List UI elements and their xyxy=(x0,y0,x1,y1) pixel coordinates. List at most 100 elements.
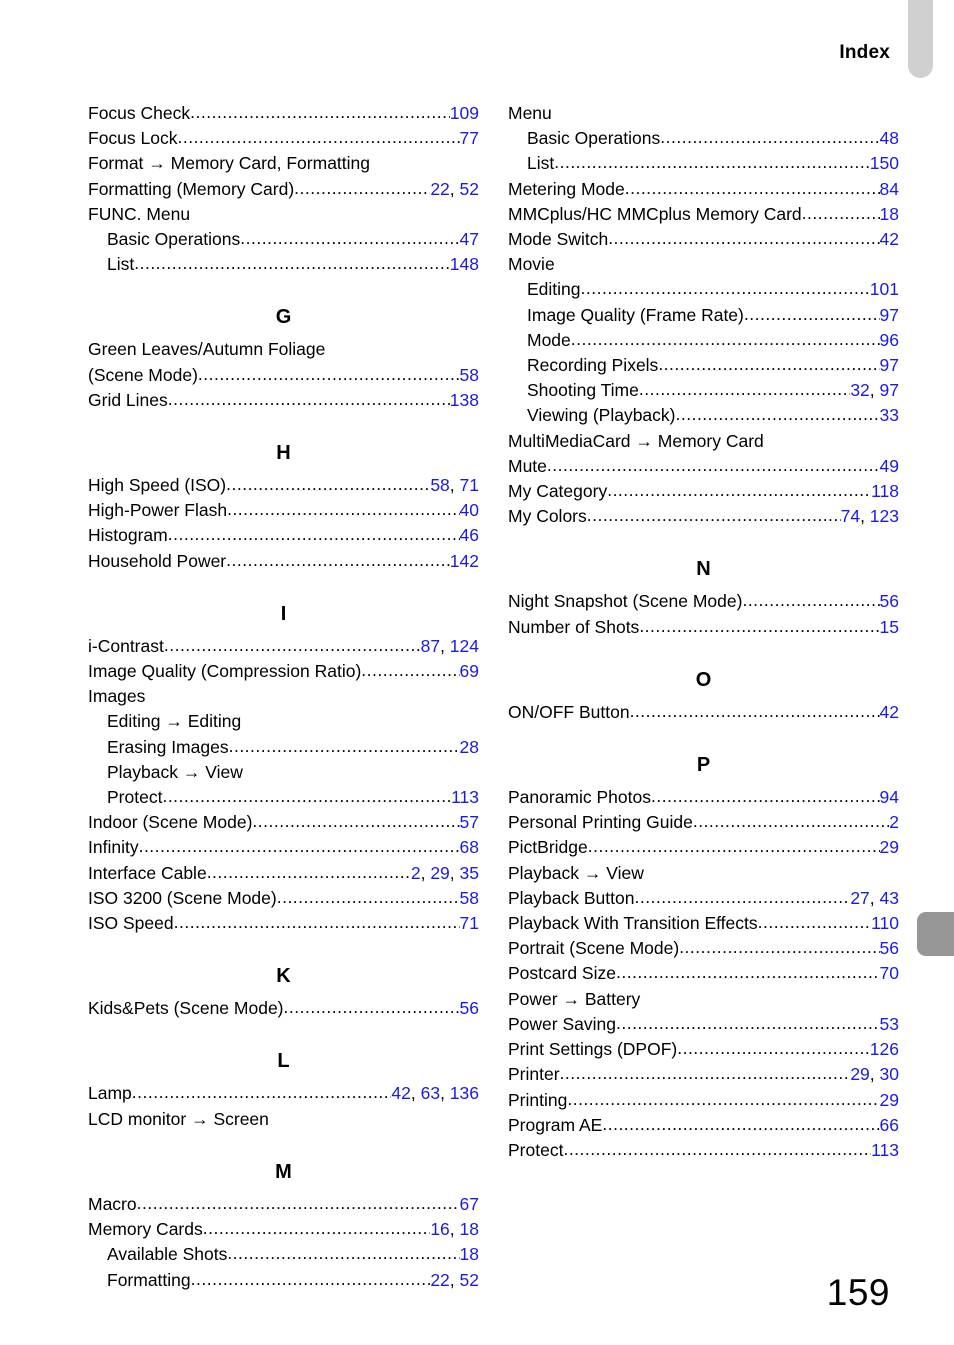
index-entry-pages[interactable]: 2 xyxy=(889,810,899,835)
index-entry[interactable]: Household Power.........................… xyxy=(88,549,479,574)
index-entry-pages[interactable]: 29 xyxy=(880,835,899,860)
index-entry[interactable]: Images..................................… xyxy=(88,684,479,709)
index-entry-pages[interactable]: 18 xyxy=(460,1242,479,1267)
index-entry-pages[interactable]: 97 xyxy=(880,303,899,328)
index-entry[interactable]: Memory Cards............................… xyxy=(88,1217,479,1242)
index-entry-pages[interactable]: 42 xyxy=(880,700,899,725)
index-entry-pages[interactable]: 74, 123 xyxy=(841,504,899,529)
index-entry[interactable]: Printer.................................… xyxy=(508,1062,899,1087)
index-entry[interactable]: Playback → View.........................… xyxy=(88,760,479,785)
index-entry-pages[interactable]: 29 xyxy=(880,1088,899,1113)
index-entry-pages[interactable]: 58 xyxy=(460,886,479,911)
index-entry[interactable]: Shooting Time...........................… xyxy=(508,378,899,403)
index-entry[interactable]: i-Contrast..............................… xyxy=(88,634,479,659)
index-entry[interactable]: List....................................… xyxy=(508,151,899,176)
index-entry[interactable]: Editing.................................… xyxy=(508,277,899,302)
index-entry[interactable]: Interface Cable.........................… xyxy=(88,861,479,886)
index-entry[interactable]: Indoor (Scene Mode).....................… xyxy=(88,810,479,835)
index-entry[interactable]: ISO Speed...............................… xyxy=(88,911,479,936)
index-entry-pages[interactable]: 57 xyxy=(460,810,479,835)
index-entry[interactable]: Personal Printing Guide.................… xyxy=(508,810,899,835)
index-entry[interactable]: Program AE..............................… xyxy=(508,1113,899,1138)
index-entry-pages[interactable]: 70 xyxy=(880,961,899,986)
index-entry[interactable]: MMCplus/HC MMCplus Memory Card..........… xyxy=(508,202,899,227)
index-entry-pages[interactable]: 22, 52 xyxy=(430,177,479,202)
index-entry-pages[interactable]: 97 xyxy=(880,353,899,378)
index-entry[interactable]: Histogram...............................… xyxy=(88,523,479,548)
index-entry[interactable]: Formatting (Memory Card)................… xyxy=(88,177,479,202)
index-entry[interactable]: Playback → View.........................… xyxy=(508,861,899,886)
index-entry-pages[interactable]: 138 xyxy=(450,388,479,413)
index-entry[interactable]: Playback Button.........................… xyxy=(508,886,899,911)
index-entry-pages[interactable]: 28 xyxy=(460,735,479,760)
index-entry[interactable]: Power → Battery.........................… xyxy=(508,987,899,1012)
index-entry-pages[interactable]: 48 xyxy=(880,126,899,151)
index-entry-pages[interactable]: 47 xyxy=(460,227,479,252)
index-entry[interactable]: (Scene Mode)............................… xyxy=(88,363,479,388)
index-entry-pages[interactable]: 113 xyxy=(871,1138,899,1163)
index-entry-pages[interactable]: 84 xyxy=(880,177,899,202)
index-entry[interactable]: PictBridge..............................… xyxy=(508,835,899,860)
index-entry[interactable]: LCD monitor → Screen....................… xyxy=(88,1107,479,1132)
index-entry[interactable]: Movie...................................… xyxy=(508,252,899,277)
index-entry-pages[interactable]: 42, 63, 136 xyxy=(391,1081,479,1106)
index-entry-pages[interactable]: 32, 97 xyxy=(850,378,899,403)
index-entry-pages[interactable]: 69 xyxy=(460,659,479,684)
index-entry-pages[interactable]: 94 xyxy=(880,785,899,810)
index-entry[interactable]: My Category.............................… xyxy=(508,479,899,504)
index-entry[interactable]: Metering Mode...........................… xyxy=(508,177,899,202)
index-entry-pages[interactable]: 110 xyxy=(871,911,899,936)
index-entry-pages[interactable]: 18 xyxy=(880,202,899,227)
index-entry[interactable]: Focus Check.............................… xyxy=(88,101,479,126)
index-entry-pages[interactable]: 71 xyxy=(460,911,479,936)
index-entry[interactable]: Mute....................................… xyxy=(508,454,899,479)
index-entry-pages[interactable]: 2, 29, 35 xyxy=(411,861,479,886)
index-entry[interactable]: Image Quality (Frame Rate)..............… xyxy=(508,303,899,328)
index-entry[interactable]: Lamp....................................… xyxy=(88,1081,479,1106)
index-entry[interactable]: Erasing Images..........................… xyxy=(88,735,479,760)
index-entry-pages[interactable]: 113 xyxy=(451,785,479,810)
index-entry-pages[interactable]: 126 xyxy=(870,1037,899,1062)
index-entry-pages[interactable]: 33 xyxy=(880,403,899,428)
index-entry-pages[interactable]: 56 xyxy=(880,589,899,614)
index-entry[interactable]: Editing → Editing.......................… xyxy=(88,709,479,734)
index-entry-pages[interactable]: 87, 124 xyxy=(421,634,479,659)
index-entry[interactable]: Playback With Transition Effects........… xyxy=(508,911,899,936)
index-entry-pages[interactable]: 150 xyxy=(870,151,899,176)
index-entry[interactable]: High Speed (ISO)........................… xyxy=(88,473,479,498)
index-entry-pages[interactable]: 118 xyxy=(871,479,899,504)
index-entry[interactable]: Print Settings (DPOF)...................… xyxy=(508,1037,899,1062)
index-entry[interactable]: Number of Shots.........................… xyxy=(508,615,899,640)
index-entry[interactable]: Postcard Size...........................… xyxy=(508,961,899,986)
index-entry[interactable]: High-Power Flash........................… xyxy=(88,498,479,523)
index-entry[interactable]: ISO 3200 (Scene Mode)...................… xyxy=(88,886,479,911)
index-entry[interactable]: Image Quality (Compression Ratio).......… xyxy=(88,659,479,684)
index-entry[interactable]: MultiMediaCard → Memory Card............… xyxy=(508,429,899,454)
index-entry[interactable]: Available Shots.........................… xyxy=(88,1242,479,1267)
index-entry[interactable]: Format → Memory Card, Formatting........… xyxy=(88,151,479,176)
index-entry-pages[interactable]: 42 xyxy=(880,227,899,252)
index-entry[interactable]: Night Snapshot (Scene Mode).............… xyxy=(508,589,899,614)
index-entry[interactable]: Green Leaves/Autumn Foliage.............… xyxy=(88,337,479,362)
index-entry[interactable]: Focus Lock..............................… xyxy=(88,126,479,151)
index-entry[interactable]: Basic Operations........................… xyxy=(508,126,899,151)
index-entry[interactable]: FUNC. Menu..............................… xyxy=(88,202,479,227)
index-entry-pages[interactable]: 49 xyxy=(880,454,899,479)
index-entry[interactable]: Macro...................................… xyxy=(88,1192,479,1217)
index-entry[interactable]: Menu....................................… xyxy=(508,101,899,126)
index-entry[interactable]: Mode....................................… xyxy=(508,328,899,353)
index-entry-pages[interactable]: 53 xyxy=(880,1012,899,1037)
index-entry[interactable]: List....................................… xyxy=(88,252,479,277)
index-entry-pages[interactable]: 96 xyxy=(880,328,899,353)
index-entry-pages[interactable]: 142 xyxy=(450,549,479,574)
index-entry-pages[interactable]: 148 xyxy=(450,252,479,277)
index-entry-pages[interactable]: 58, 71 xyxy=(430,473,479,498)
index-entry[interactable]: ON/OFF Button...........................… xyxy=(508,700,899,725)
index-entry[interactable]: Panoramic Photos........................… xyxy=(508,785,899,810)
index-entry-pages[interactable]: 109 xyxy=(450,101,479,126)
index-entry-pages[interactable]: 29, 30 xyxy=(850,1062,899,1087)
index-entry[interactable]: Recording Pixels........................… xyxy=(508,353,899,378)
index-entry-pages[interactable]: 58 xyxy=(460,363,479,388)
index-entry-pages[interactable]: 101 xyxy=(870,277,899,302)
index-entry-pages[interactable]: 77 xyxy=(460,126,479,151)
